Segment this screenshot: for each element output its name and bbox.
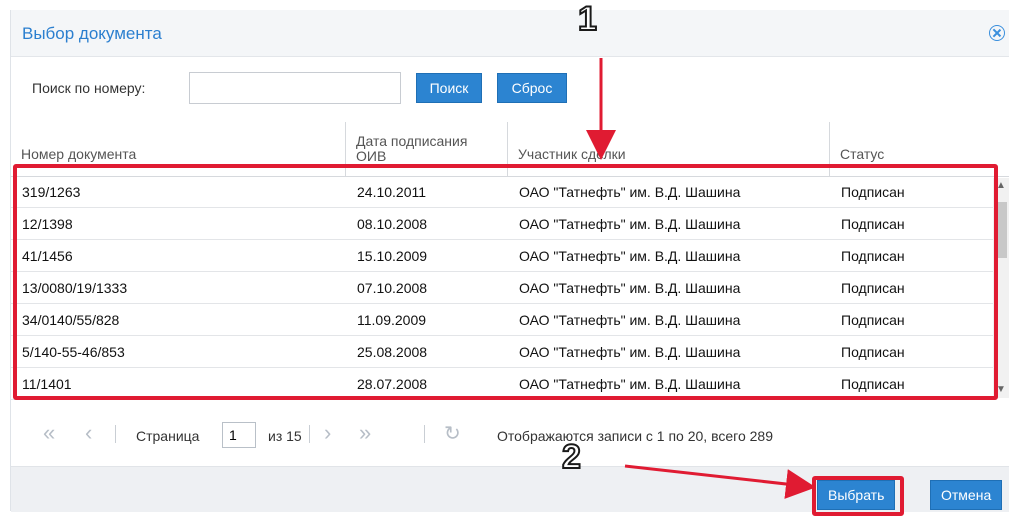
search-input[interactable]	[189, 72, 401, 104]
table-row[interactable]: 12/1398 08.10.2008 ОАО "Татнефть" им. В.…	[11, 208, 996, 240]
cell-date: 28.07.2008	[357, 376, 428, 392]
cell-number: 12/1398	[22, 216, 73, 232]
cell-status: Подписан	[841, 376, 905, 392]
cell-status: Подписан	[841, 280, 905, 296]
dialog-title: Выбор документа	[22, 24, 162, 43]
table-row[interactable]: 41/1456 15.10.2009 ОАО "Татнефть" им. В.…	[11, 240, 996, 272]
search-label: Поиск по номеру:	[32, 80, 146, 96]
cell-number: 11/1401	[22, 376, 72, 392]
table-row[interactable]: 34/0140/55/828 11.09.2009 ОАО "Татнефть"…	[11, 304, 996, 336]
pagination-toolbar: « ‹ Страница из 15 › » ↻ Отображаются за…	[11, 408, 1009, 456]
dialog-titlebar: Выбор документа	[11, 10, 1009, 57]
reset-button[interactable]: Сброс	[497, 73, 567, 103]
column-header-date[interactable]: Дата подписания ОИВ	[346, 122, 508, 176]
column-header-status[interactable]: Статус	[830, 122, 1009, 176]
column-header-number[interactable]: Номер документа	[11, 122, 346, 176]
cell-status: Подписан	[841, 184, 905, 200]
cell-status: Подписан	[841, 312, 905, 328]
cell-date: 08.10.2008	[357, 216, 428, 232]
select-document-dialog: Выбор документа Поиск по номеру: Поиск С…	[10, 10, 1009, 516]
cell-date: 07.10.2008	[357, 280, 428, 296]
separator	[115, 425, 116, 443]
cell-number: 13/0080/19/1333	[22, 280, 128, 296]
cell-date: 15.10.2009	[357, 248, 428, 264]
first-page-icon[interactable]: «	[43, 420, 55, 446]
column-header-label: Статус	[840, 146, 885, 162]
column-header-label: Номер документа	[21, 146, 137, 162]
next-page-icon[interactable]: ›	[324, 420, 331, 446]
select-button[interactable]: Выбрать	[817, 480, 895, 510]
scroll-down-icon[interactable]: ▼	[996, 384, 1006, 395]
table-row[interactable]: 319/1263 24.10.2011 ОАО "Татнефть" им. В…	[11, 176, 996, 208]
page-total-label: из 15	[268, 428, 302, 444]
cell-participant: ОАО "Татнефть" им. В.Д. Шашина	[519, 344, 741, 360]
cell-status: Подписан	[841, 344, 905, 360]
cell-number: 319/1263	[22, 184, 81, 200]
dialog-footer: Выбрать Отмена	[11, 466, 1009, 516]
cell-number: 5/140-55-46/853	[22, 344, 125, 360]
cell-date: 25.08.2008	[357, 344, 428, 360]
column-header-label: Дата подписания ОИВ	[356, 133, 468, 164]
table-row[interactable]: 13/0080/19/1333 07.10.2008 ОАО "Татнефть…	[11, 272, 996, 304]
column-header-label: Участник сделки	[518, 146, 626, 162]
records-info: Отображаются записи с 1 по 20, всего 289	[497, 428, 773, 444]
annotation-marker-2: 2	[561, 437, 582, 477]
table-row[interactable]: 5/140-55-46/853 25.08.2008 ОАО "Татнефть…	[11, 336, 996, 368]
cell-participant: ОАО "Татнефть" им. В.Д. Шашина	[519, 376, 741, 392]
search-button[interactable]: Поиск	[416, 73, 482, 103]
refresh-icon[interactable]: ↻	[444, 421, 461, 446]
cell-status: Подписан	[841, 248, 905, 264]
cell-participant: ОАО "Татнефть" им. В.Д. Шашина	[519, 184, 741, 200]
last-page-icon[interactable]: »	[359, 420, 371, 446]
annotation-marker-1: 1	[577, 0, 598, 39]
scroll-up-icon[interactable]: ▲	[996, 180, 1006, 191]
page-label: Страница	[136, 428, 200, 444]
cell-participant: ОАО "Татнефть" им. В.Д. Шашина	[519, 248, 741, 264]
column-header-participant[interactable]: Участник сделки	[508, 122, 830, 176]
grid-header: Номер документа Дата подписания ОИВ Учас…	[11, 122, 1009, 177]
table-row[interactable]: 11/1401 28.07.2008 ОАО "Татнефть" им. В.…	[11, 368, 996, 400]
cancel-button[interactable]: Отмена	[930, 480, 1002, 510]
separator	[309, 425, 310, 443]
vertical-scrollbar[interactable]: ▲ ▼	[993, 178, 1009, 398]
cell-date: 11.09.2009	[357, 312, 427, 328]
page-number-input[interactable]	[222, 422, 256, 448]
separator	[424, 425, 425, 443]
scroll-thumb[interactable]	[995, 202, 1007, 258]
prev-page-icon[interactable]: ‹	[85, 420, 92, 446]
cell-participant: ОАО "Татнефть" им. В.Д. Шашина	[519, 216, 741, 232]
cell-number: 41/1456	[22, 248, 73, 264]
close-icon[interactable]	[989, 25, 1005, 41]
cell-participant: ОАО "Татнефть" им. В.Д. Шашина	[519, 280, 741, 296]
cell-number: 34/0140/55/828	[22, 312, 120, 328]
grid-body: 319/1263 24.10.2011 ОАО "Татнефть" им. В…	[11, 176, 1009, 400]
cell-participant: ОАО "Татнефть" им. В.Д. Шашина	[519, 312, 741, 328]
cell-date: 24.10.2011	[357, 184, 427, 200]
cell-status: Подписан	[841, 216, 905, 232]
